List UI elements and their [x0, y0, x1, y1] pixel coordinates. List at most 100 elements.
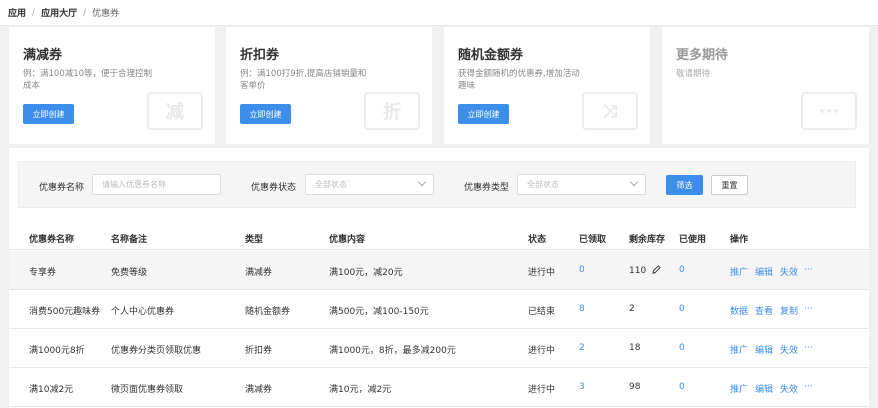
breadcrumb-apps[interactable]: 应用	[8, 6, 26, 19]
cell-stock: 2	[629, 304, 635, 314]
cell-claimed[interactable]: 0	[579, 265, 585, 275]
cell-used[interactable]: 0	[679, 265, 685, 275]
action-invalidate[interactable]: 失效	[780, 382, 798, 395]
action-edit[interactable]: 编辑	[755, 382, 773, 395]
col-name: 优惠券名称	[29, 235, 75, 245]
cell-stock: 18	[629, 343, 641, 353]
status-filter-label: 优惠券状态	[251, 183, 297, 193]
table-row: 消费500元趣味券 个人中心优惠券 随机金额券 满500元，减100-150元 …	[9, 290, 869, 329]
action-view[interactable]: 查看	[755, 304, 773, 317]
coupon-name-input[interactable]: 请输入优惠券名称	[92, 174, 221, 195]
cell-claimed[interactable]: 8	[579, 304, 585, 314]
cell-name: 满10减2元	[29, 385, 74, 395]
cell-name: 消费500元趣味券	[29, 307, 101, 317]
cell-type: 满减券	[245, 385, 273, 395]
cell-used[interactable]: 0	[679, 382, 685, 392]
shuffle-icon: ⤨	[582, 92, 638, 130]
cell-content: 满10元，减2元	[329, 385, 392, 395]
card-description: 例：满100减10等，便于合理控制成本	[23, 69, 153, 91]
cell-content: 满500元，减100-150元	[329, 307, 429, 317]
coupon-more-icon: ···	[801, 92, 857, 130]
action-promote[interactable]: 推广	[730, 343, 748, 356]
col-actions: 操作	[730, 235, 749, 245]
card-title: 更多期待	[676, 48, 729, 63]
type-select-value: 全部状态	[527, 180, 559, 189]
card-description: 例：满100打9折,提高店铺销量和客单价	[240, 69, 367, 91]
chevron-down-icon	[417, 177, 427, 187]
pencil-icon[interactable]	[652, 265, 661, 274]
cell-claimed[interactable]: 3	[579, 382, 585, 392]
card-description: 获得金额随机的优惠券,增加活动趣味	[458, 69, 580, 91]
coupon-discount-icon: 折	[364, 92, 420, 130]
action-data[interactable]: 数据	[730, 304, 748, 317]
cell-stock: 98	[629, 382, 641, 392]
cell-type: 满减券	[245, 268, 273, 278]
cell-note: 微页面优惠券领取	[111, 385, 184, 395]
action-edit[interactable]: 编辑	[755, 343, 773, 356]
col-claimed: 已领取	[579, 235, 607, 245]
cell-name: 满1000元8折	[29, 346, 85, 356]
cell-status: 已结束	[528, 307, 556, 317]
col-stock: 剩余库存	[629, 235, 666, 245]
more-actions-icon[interactable]: ···	[804, 265, 813, 275]
breadcrumb-app-hall[interactable]: 应用大厅	[41, 6, 77, 19]
cell-note: 个人中心优惠券	[111, 307, 175, 317]
more-actions-icon[interactable]: ···	[804, 343, 813, 353]
cell-status: 进行中	[528, 346, 556, 356]
cell-note: 优惠券分类页领取优惠	[111, 346, 202, 356]
reset-button[interactable]: 重置	[711, 175, 748, 195]
table-row: 满1000元8折 优惠券分类页领取优惠 折扣券 满1000元，8折，最多减200…	[9, 329, 869, 368]
cell-type: 随机金额券	[245, 307, 291, 317]
create-discount-button[interactable]: 立即创建	[240, 104, 291, 124]
table-row: 满10减2元 微页面优惠券领取 满减券 满10元，减2元 进行中 3 98 0 …	[9, 368, 869, 407]
table-header: 优惠券名称 名称备注 类型 优惠内容 状态 已领取 剩余库存 已使用 操作	[9, 222, 869, 250]
card-title: 满减券	[23, 48, 63, 63]
cell-claimed[interactable]: 2	[579, 343, 585, 353]
filter-button[interactable]: 筛选	[666, 175, 703, 195]
status-select-value: 全部状态	[315, 180, 347, 189]
create-full-reduction-button[interactable]: 立即创建	[23, 104, 74, 124]
col-content: 优惠内容	[329, 235, 366, 245]
type-select[interactable]: 全部状态	[517, 174, 646, 195]
cell-type: 折扣券	[245, 346, 273, 356]
cell-content: 满100元，减20元	[329, 268, 403, 278]
breadcrumb-separator: /	[32, 7, 36, 18]
card-full-reduction: 满减券 例：满100减10等，便于合理控制成本 立即创建 减	[9, 27, 215, 144]
card-more-coming: 更多期待 敬请期待 ···	[662, 27, 869, 144]
type-filter-label: 优惠券类型	[464, 183, 510, 193]
action-copy[interactable]: 复制	[780, 304, 798, 317]
cell-note: 免费等级	[111, 268, 148, 278]
col-used: 已使用	[679, 235, 707, 245]
col-type: 类型	[245, 235, 264, 245]
action-invalidate[interactable]: 失效	[780, 343, 798, 356]
table-row: 专享券 免费等级 满减券 满100元，减20元 进行中 0 110 0 推广 编…	[9, 251, 869, 290]
card-discount: 折扣券 例：满100打9折,提高店铺销量和客单价 立即创建 折	[226, 27, 432, 144]
cell-used[interactable]: 0	[679, 343, 685, 353]
card-random-amount: 随机金额券 获得金额随机的优惠券,增加活动趣味 立即创建 ⤨	[444, 27, 650, 144]
name-filter-label: 优惠券名称	[39, 183, 85, 193]
card-title: 折扣券	[240, 48, 280, 63]
action-invalidate[interactable]: 失效	[780, 265, 798, 278]
col-status: 状态	[528, 235, 547, 245]
coupon-reduce-icon: 减	[147, 92, 203, 130]
cell-stock: 110	[629, 265, 661, 276]
breadcrumb-current: 优惠券	[92, 9, 120, 19]
breadcrumb-separator: /	[83, 7, 87, 18]
status-select[interactable]: 全部状态	[305, 174, 434, 195]
action-promote[interactable]: 推广	[730, 265, 748, 278]
action-promote[interactable]: 推广	[730, 382, 748, 395]
cell-used[interactable]: 0	[679, 304, 685, 314]
stock-value: 110	[629, 266, 647, 276]
breadcrumb: 应用 / 应用大厅 / 优惠券	[0, 0, 878, 26]
filter-bar: 优惠券名称 请输入优惠券名称 优惠券状态 全部状态 优惠券类型 全部状态 筛选 …	[18, 161, 856, 208]
action-edit[interactable]: 编辑	[755, 265, 773, 278]
cell-name: 专享券	[29, 268, 57, 278]
chevron-down-icon	[629, 177, 639, 187]
more-actions-icon[interactable]: ···	[804, 382, 813, 392]
cell-status: 进行中	[528, 268, 556, 278]
create-random-amount-button[interactable]: 立即创建	[458, 104, 509, 124]
card-title: 随机金额券	[458, 48, 524, 63]
more-actions-icon[interactable]: ···	[804, 304, 813, 314]
coupon-list-panel: 优惠券名称 请输入优惠券名称 优惠券状态 全部状态 优惠券类型 全部状态 筛选 …	[9, 148, 869, 408]
cell-status: 进行中	[528, 385, 556, 395]
